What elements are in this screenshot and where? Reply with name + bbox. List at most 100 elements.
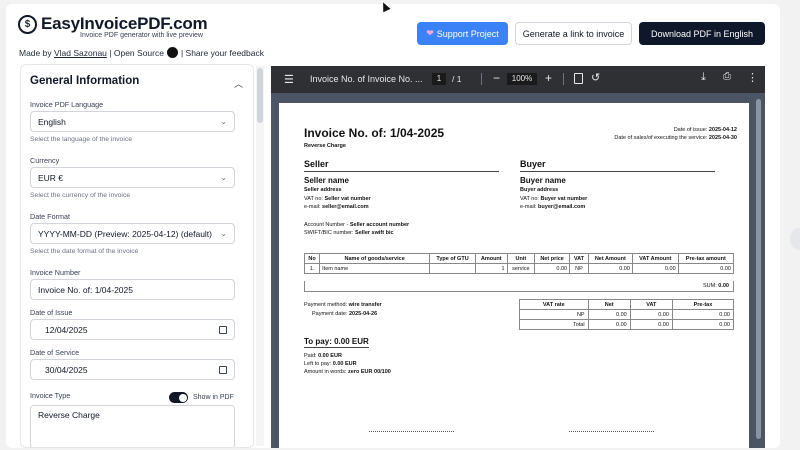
sidebar-scrollbar[interactable] <box>256 66 264 446</box>
invoice-title: Invoice No. of: 1/04-2025 <box>304 126 445 140</box>
buyer-address: Buyer address <box>520 187 559 193</box>
zoom-out-icon[interactable]: − <box>493 71 500 85</box>
seller-name: Seller name <box>304 176 349 185</box>
table-cell: NP <box>519 309 589 320</box>
chevron-down-icon: ⌄ <box>220 229 227 238</box>
table-cell: 0.00 <box>631 263 679 274</box>
buyer-vat-label: VAT no: <box>520 196 539 202</box>
tagline: Invoice PDF generator with live preview <box>80 32 203 39</box>
date-of-issue-input[interactable]: 12/04/2025 <box>30 319 235 340</box>
generate-link-button[interactable]: Generate a link to invoice <box>515 22 632 45</box>
pdf-toolbar: ☰ Invoice No. of Invoice No. ... 1 / 1 −… <box>271 66 765 93</box>
buyer-vat: VAT no: Buyer vat number <box>520 196 587 202</box>
col-header: No <box>303 253 321 264</box>
sum-row: SUM: 0.00 <box>304 281 734 292</box>
table-cell: 0.00 <box>534 263 571 274</box>
invoice-page: Invoice No. of: 1/04-2025 Reverse Charge… <box>279 103 749 448</box>
issue-date-label: Date of issue: <box>673 127 708 133</box>
items-header-row: No Name of goods/service Type of GTU Amo… <box>303 253 735 264</box>
words-value: zero EUR 00/100 <box>348 369 391 375</box>
currency-select[interactable]: EUR € ⌄ <box>30 167 235 188</box>
date-format-hint: Select the date format of the invoice <box>30 248 139 255</box>
paid-label: Paid: <box>304 353 317 359</box>
github-icon[interactable] <box>166 47 178 58</box>
pdf-title: Invoice No. of Invoice No. ... <box>310 74 423 84</box>
general-information-panel: General Information ︿ Invoice PDF Langua… <box>20 64 254 448</box>
table-cell: Total <box>519 319 589 330</box>
table-cell: 0.00 <box>587 319 631 330</box>
download-pdf-button[interactable]: Download PDF in English <box>639 22 765 45</box>
pdf-viewer: ☰ Invoice No. of Invoice No. ... 1 / 1 −… <box>271 66 765 448</box>
logo[interactable]: $ EasyInvoicePDF.com <box>18 14 208 34</box>
payment-method-value: wire transfer <box>348 302 382 308</box>
issue-date-value: 2025-04-12 <box>708 127 737 133</box>
side-handle[interactable] <box>790 228 800 250</box>
sum-value: 0.00 <box>718 283 729 289</box>
more-options-icon[interactable]: ⋮ <box>747 71 758 84</box>
buyer-heading: Buyer <box>520 159 715 172</box>
sidebar-scroll-thumb[interactable] <box>257 68 263 123</box>
page-total: / 1 <box>452 74 462 84</box>
date-of-issue-value: 12/04/2025 <box>45 324 88 335</box>
invoice-type-textarea[interactable]: Reverse Charge <box>30 405 235 447</box>
show-in-pdf-label: Show in PDF <box>193 394 234 401</box>
account-value: Seller account number <box>349 222 410 228</box>
sale-date-label: Date of sales/of executing the service: <box>614 135 708 141</box>
account-label: Account Number - <box>304 222 349 228</box>
seller-signature-line <box>369 431 454 432</box>
col-header: Pre-tax <box>671 299 735 310</box>
feedback-link[interactable]: | Share your feedback <box>181 48 264 58</box>
made-by-prefix: Made by <box>19 47 52 58</box>
date-of-service-input[interactable]: 30/04/2025 <box>30 359 235 380</box>
invoice-number-input[interactable]: Invoice No. of: 1/04-2025 <box>30 279 235 300</box>
col-header: Name of goods/service <box>319 253 431 264</box>
words-label: Amount in words: <box>304 369 347 375</box>
made-by: Made by Vlad Sazonau | Open Source | Sha… <box>19 47 264 58</box>
invoice-number-value: Invoice No. of: 1/04-2025 <box>38 284 133 295</box>
table-cell: 0.00 <box>587 263 633 274</box>
date-of-issue-label: Date of Issue <box>30 308 73 317</box>
buyer-signature-line <box>569 431 654 432</box>
fit-page-icon[interactable] <box>574 73 583 84</box>
menu-icon[interactable]: ☰ <box>284 73 294 86</box>
show-in-pdf-toggle-row: Show in PDF <box>169 392 234 403</box>
table-cell: 0.00 <box>671 309 735 320</box>
show-in-pdf-toggle[interactable] <box>169 392 188 403</box>
toolbar-divider <box>563 73 564 85</box>
zoom-level-input[interactable]: 100% <box>507 73 537 85</box>
download-icon[interactable]: ⤓ <box>701 71 706 84</box>
left-to-pay-line: Left to pay: 0.00 EUR <box>304 361 357 367</box>
table-cell: NP <box>569 263 589 274</box>
section-title: General Information <box>30 75 140 87</box>
col-header: Net Amount <box>587 253 633 264</box>
date-format-select[interactable]: YYYY-MM-DD (Preview: 2025-04-12) (defaul… <box>30 223 235 244</box>
table-cell: 0.00 <box>677 263 735 274</box>
print-icon[interactable]: ⎙ <box>723 71 731 82</box>
buyer-email-value: buyer@email.com <box>538 204 586 210</box>
paid-value: 0.00 EUR <box>318 353 342 359</box>
rotate-icon[interactable]: ↺ <box>591 71 600 84</box>
to-pay: To pay: 0.00 EUR <box>304 337 369 348</box>
col-header: VAT Amount <box>631 253 679 264</box>
author-link[interactable]: Vlad Sazonau <box>54 48 107 58</box>
language-select[interactable]: English ⌄ <box>30 111 235 132</box>
table-cell <box>429 263 476 274</box>
swift-label: SWIFT/BIC number: <box>304 230 354 236</box>
date-of-service-label: Date of Service <box>30 348 80 357</box>
chevron-up-icon[interactable]: ︿ <box>234 77 243 90</box>
open-source-link[interactable]: | Open Source <box>109 48 164 58</box>
page-number-input[interactable]: 1 <box>432 73 446 85</box>
zoom-in-icon[interactable]: + <box>545 71 552 85</box>
pdf-scrollbar[interactable] <box>756 99 761 439</box>
support-project-button[interactable]: ❤ Support Project <box>417 22 508 45</box>
seller-address: Seller address <box>304 187 342 193</box>
date-of-service-value: 30/04/2025 <box>45 364 88 375</box>
invoice-type-label: Invoice Type <box>30 391 71 400</box>
calendar-icon[interactable] <box>219 325 227 334</box>
language-label: Invoice PDF Language <box>30 100 104 109</box>
seller-email-label: e-mail: <box>304 204 321 210</box>
calendar-icon[interactable] <box>219 365 227 374</box>
seller-swift: SWIFT/BIC number: Seller swift bic <box>304 230 394 236</box>
table-row: NP 0.00 0.00 0.00 <box>519 309 735 320</box>
col-header: Net price <box>534 253 571 264</box>
